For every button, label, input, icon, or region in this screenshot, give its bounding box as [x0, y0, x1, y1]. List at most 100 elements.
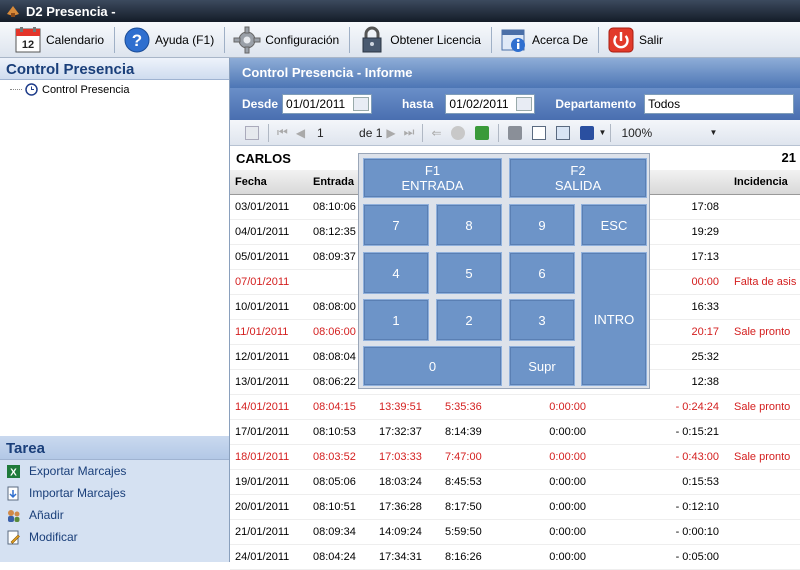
- table-cell: 7:47:00: [440, 444, 506, 470]
- table-cell: - 0:24:24: [596, 394, 729, 420]
- refresh-icon[interactable]: [474, 125, 489, 140]
- last-page-icon[interactable]: ⏭: [404, 125, 415, 140]
- app-icon: [7, 6, 19, 17]
- table-cell: 19/01/2011: [230, 469, 308, 495]
- license-button[interactable]: Obtener Licencia: [354, 24, 485, 56]
- filter-bar: Desde 01/01/2011 hasta 01/02/2011 Depart…: [230, 88, 800, 120]
- table-row[interactable]: 20/01/2011 08:10:51 17:36:28 8:17:50 0:00:00…: [230, 494, 800, 520]
- exit-button[interactable]: Salir: [603, 24, 667, 56]
- table-row[interactable]: 14/01/2011 08:04:15 13:39:51 5:35:36 0:00:00…: [230, 394, 800, 420]
- task-modify[interactable]: Modificar: [0, 526, 229, 548]
- numeric-keypad: F1 ENTRADA F2 SALIDA 7 8 9 ESC 4 5 6 INT…: [358, 153, 650, 389]
- about-label: Acerca De: [531, 32, 588, 47]
- document-map-icon[interactable]: [245, 125, 259, 140]
- key-4[interactable]: 4: [363, 252, 429, 294]
- key-6[interactable]: 6: [509, 252, 575, 294]
- help-icon: ?: [124, 27, 150, 52]
- table-cell: 0:00:00: [506, 394, 596, 420]
- table-cell: 08:10:53: [308, 419, 374, 445]
- next-page-icon[interactable]: ▶: [386, 126, 395, 140]
- table-cell: Sale pronto: [729, 319, 800, 345]
- table-cell: 08:09:34: [308, 519, 374, 545]
- key-8[interactable]: 8: [436, 204, 502, 246]
- f1-entrada-key[interactable]: F1 ENTRADA: [363, 158, 502, 198]
- calendar-icon-day: 12: [22, 39, 34, 51]
- table-cell: [729, 194, 800, 220]
- configuration-button[interactable]: Configuración: [229, 24, 343, 56]
- task-export-records[interactable]: X Exportar Marcajes: [0, 460, 229, 482]
- key-1[interactable]: 1: [363, 299, 429, 341]
- exit-label: Salir: [639, 32, 664, 47]
- table-cell: [729, 419, 800, 445]
- key-5[interactable]: 5: [436, 252, 502, 294]
- toolbar-separator: [497, 123, 499, 142]
- table-row[interactable]: 17/01/2011 08:10:53 17:32:37 8:14:39 0:00:00…: [230, 419, 800, 445]
- esc-key[interactable]: ESC: [581, 204, 647, 246]
- configuration-label: Configuración: [265, 32, 340, 47]
- table-cell: Sale pronto: [729, 394, 800, 420]
- left-panel-title: Control Presencia: [0, 58, 229, 80]
- padlock-icon: [362, 26, 382, 52]
- previous-page-icon[interactable]: ◀: [296, 126, 305, 140]
- chevron-down-icon: ▼: [709, 128, 718, 137]
- print-icon[interactable]: [507, 125, 522, 140]
- calendar-icon: 12: [15, 26, 41, 52]
- table-cell: [729, 219, 800, 245]
- table-cell: [729, 494, 800, 520]
- calendar-dropdown-icon[interactable]: [353, 97, 370, 111]
- help-button[interactable]: ? Ayuda (F1): [119, 24, 218, 56]
- stop-icon[interactable]: [450, 125, 465, 140]
- tree-item-control-presencia[interactable]: Control Presencia: [0, 80, 229, 99]
- table-cell: 0:00:00: [506, 419, 596, 445]
- table-cell: [729, 544, 800, 570]
- task-label: Importar Marcajes: [29, 486, 126, 500]
- column-header[interactable]: Fecha: [230, 170, 308, 195]
- table-cell: 8:45:53: [440, 469, 506, 495]
- key-9[interactable]: 9: [509, 204, 575, 246]
- key-2[interactable]: 2: [436, 299, 502, 341]
- column-header[interactable]: Incidencia: [729, 170, 800, 195]
- table-cell: [729, 519, 800, 545]
- calendar-label: Calendario: [46, 32, 105, 47]
- page-number-input[interactable]: 1: [317, 126, 351, 140]
- page-setup-icon[interactable]: [555, 125, 570, 140]
- table-row[interactable]: 21/01/2011 08:09:34 14:09:24 5:59:50 0:00:00…: [230, 519, 800, 545]
- about-button[interactable]: Acerca De: [496, 24, 592, 56]
- task-label: Añadir: [29, 508, 64, 522]
- zoom-select[interactable]: 100% ▼: [615, 124, 725, 142]
- import-icon: [7, 486, 19, 500]
- calendar-dropdown-icon[interactable]: [516, 97, 533, 111]
- report-toolbar: ⏮ ◀ 1 de 1 ▶ ⏭ ⇐ ▼ 100% ▼: [230, 120, 800, 146]
- export-dropdown-icon[interactable]: ▼: [599, 128, 607, 137]
- supr-key[interactable]: Supr: [509, 346, 575, 386]
- key-0[interactable]: 0: [363, 346, 502, 386]
- f2-salida-key[interactable]: F2 SALIDA: [509, 158, 647, 198]
- table-row[interactable]: 24/01/2011 08:04:24 17:34:31 8:16:26 0:00:00…: [230, 544, 800, 570]
- table-cell: 0:00:00: [506, 519, 596, 545]
- table-cell: 17/01/2011: [230, 419, 308, 445]
- save-icon[interactable]: [579, 125, 594, 140]
- table-cell: 12/01/2011: [230, 344, 308, 370]
- department-select[interactable]: Todos: [644, 94, 795, 114]
- back-icon[interactable]: ⇐: [431, 126, 441, 140]
- intro-key[interactable]: INTRO: [581, 252, 647, 386]
- task-add[interactable]: Añadir: [0, 504, 229, 526]
- desde-date-picker[interactable]: 01/01/2011: [282, 94, 373, 114]
- first-page-icon[interactable]: ⏮: [277, 125, 288, 140]
- task-import-records[interactable]: Importar Marcajes: [0, 482, 229, 504]
- hasta-date-picker[interactable]: 01/02/2011: [445, 94, 536, 114]
- table-row[interactable]: 18/01/2011 08:03:52 17:03:33 7:47:00 0:00:00…: [230, 444, 800, 470]
- print-layout-icon[interactable]: [531, 125, 546, 140]
- table-cell: 18/01/2011: [230, 444, 308, 470]
- table-cell: - 0:43:00: [596, 444, 729, 470]
- key-3[interactable]: 3: [509, 299, 575, 341]
- tasks-title: Tarea: [0, 436, 229, 460]
- table-row[interactable]: 19/01/2011 08:05:06 18:03:24 8:45:53 0:00:00…: [230, 469, 800, 495]
- tree-item-label: Control Presencia: [42, 83, 130, 96]
- table-cell: 17:03:33: [374, 444, 440, 470]
- toolbar-separator: [349, 26, 351, 53]
- table-cell: - 0:15:21: [596, 419, 729, 445]
- calendar-button[interactable]: 12 Calendario: [10, 24, 108, 56]
- key-7[interactable]: 7: [363, 204, 429, 246]
- table-cell: 08:03:52: [308, 444, 374, 470]
